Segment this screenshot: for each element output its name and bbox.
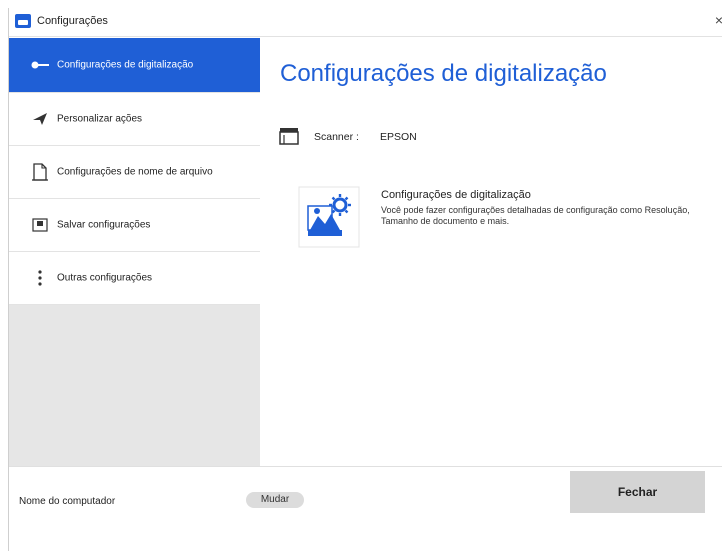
scan-settings-option-description: Você pode fazer configurações detalhadas… — [381, 205, 690, 226]
sidebar-item-label: Configurações de nome de arquivo — [57, 166, 213, 178]
scan-settings-option-title: Configurações de digitalização — [381, 189, 531, 201]
change-button[interactable]: Mudar — [246, 492, 304, 508]
document-icon — [31, 163, 49, 181]
computer-name-label: Nome do computador — [19, 496, 116, 507]
send-icon — [31, 110, 49, 128]
more-vertical-icon — [31, 269, 49, 287]
sidebar-item-label: Salvar configurações — [57, 219, 151, 231]
footer-bar: Nome do computador Mudar Fechar — [9, 466, 722, 552]
scanner-label: Scanner : — [314, 131, 359, 143]
save-settings-icon — [31, 216, 49, 234]
sidebar-item-label: Configurações de digitalização — [57, 59, 194, 71]
title-bar: Configurações × — [9, 8, 722, 37]
scan-image-gear-icon — [298, 186, 360, 248]
sidebar-item-label: Personalizar ações — [57, 113, 143, 125]
window-title: Configurações — [37, 15, 108, 27]
scan-settings-option[interactable]: Configurações de digitalização Você pode… — [298, 186, 718, 256]
sidebar-item-custom-actions[interactable]: Personalizar ações — [9, 93, 260, 146]
sidebar-item-other-settings[interactable]: Outras configurações — [9, 252, 260, 305]
main-panel: Configurações de digitalização Scanner :… — [260, 38, 722, 466]
sidebar-item-filename-settings[interactable]: Configurações de nome de arquivo — [9, 146, 260, 199]
scan-settings-icon — [31, 56, 49, 74]
scanner-icon — [278, 126, 300, 151]
close-button[interactable]: Fechar — [570, 471, 705, 513]
scanner-app-icon — [15, 14, 31, 28]
settings-window: Configurações × Configurações de digital… — [8, 8, 722, 552]
sidebar-item-scan-settings[interactable]: Configurações de digitalização — [9, 38, 260, 93]
sidebar: Configurações de digitalização Personali… — [9, 38, 260, 466]
scanner-value: EPSON — [380, 131, 417, 143]
page-title: Configurações de digitalização — [280, 60, 607, 87]
sidebar-item-save-settings[interactable]: Salvar configurações — [9, 199, 260, 252]
sidebar-item-label: Outras configurações — [57, 272, 153, 284]
close-window-icon[interactable]: × — [709, 12, 722, 30]
